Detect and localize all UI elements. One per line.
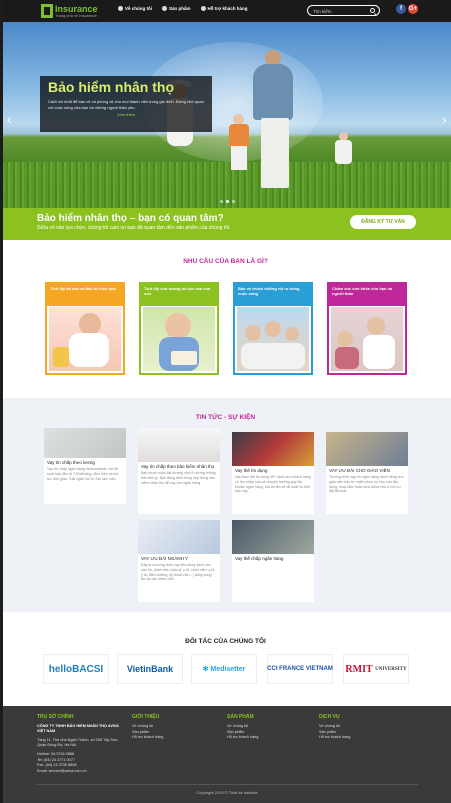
hero-title: Bảo hiểm nhân thọ	[48, 79, 174, 95]
footer-copyright: Copyright 2019 © Thiết kế website	[196, 790, 258, 795]
search-box	[307, 5, 380, 16]
news-card[interactable]: VAY ƯU ĐÃI CHO GIÁO VIÊN Trường trình va…	[326, 432, 408, 514]
news-image	[138, 428, 220, 462]
need-card-image	[331, 307, 403, 371]
hero-more-link[interactable]: Xem thêm	[48, 112, 204, 117]
nav-item-about[interactable]: Về chúng tôi	[118, 6, 152, 11]
logo-mark-icon	[41, 4, 53, 18]
footer-email: Email: service@aviva.com.vn	[37, 769, 87, 774]
logo[interactable]: Insurance Trang chủ về Insurance	[41, 3, 111, 19]
news-card[interactable]: Vay tín chấp theo bảo hiểm nhân thọ Bạn …	[138, 428, 220, 514]
footer-heading: Dịch vụ	[319, 714, 340, 720]
news-excerpt: Bạn muốn mua đất đương nhà ở nhưng không…	[141, 470, 216, 485]
news-section-title: TIN TỨC - SỰ KIỆN	[195, 414, 256, 421]
site-header: Insurance Trang chủ về Insurance Về chún…	[3, 0, 451, 22]
slider-dot[interactable]	[232, 200, 235, 203]
footer-col-services: Dịch vụ Về chúng tôi Sản phẩm Hỗ trợ khá…	[319, 714, 350, 741]
news-title[interactable]: Vay thế chấp ngân hàng	[232, 554, 314, 563]
footer-heading: Trụ sở chính	[37, 714, 74, 720]
support-icon	[200, 6, 206, 11]
footer-address: Tầng 11, Thủ nhà Ngân Thành, số 208 Tây …	[37, 737, 119, 748]
news-image	[44, 428, 126, 458]
google-plus-icon[interactable]: G+	[408, 4, 418, 14]
news-title[interactable]: Vay tín chấp theo bảo hiểm nhân thọ	[138, 462, 220, 471]
news-excerpt: Đây là chương trình vay tiêu dùng dành c…	[141, 562, 216, 582]
footer-divider	[37, 784, 418, 785]
site-footer: Trụ sở chính CÔNG TY TNHH BẢO HIỂM NHÂN …	[3, 706, 451, 803]
hero-photo-toddler	[335, 140, 352, 164]
slider-dots	[220, 200, 235, 203]
slider-prev-icon[interactable]: ‹	[7, 112, 12, 126]
cta-band: Bảo hiểm nhân thọ – bạn có quan tâm? Giữ…	[3, 208, 451, 240]
footer-col-products: Sản phẩm Về chúng tôi Sản phẩm Hỗ trợ kh…	[227, 714, 258, 741]
info-icon	[118, 6, 123, 11]
need-card-savings[interactable]: Tích lũy tài sản và đầu tư hiệu quả	[45, 282, 125, 375]
cta-subtitle: Giữa vô vàn lựa chọn, chúng tôi cam on b…	[37, 225, 231, 231]
partners-section-title: ĐỐI TÁC CỦA CHÚNG TÔI	[185, 638, 266, 645]
need-card-label: Tích lũy tài sản và đầu tư hiệu quả	[47, 284, 123, 306]
partner-logo-rmit[interactable]: RMIT UNIVERSITY	[343, 654, 409, 684]
hero-photo-child	[229, 124, 249, 148]
partner-logo-vietinbank[interactable]: VietinBank	[117, 654, 183, 684]
hero-slider: Bảo hiểm nhân thọ Cách tốt nhất để bảo v…	[3, 22, 451, 208]
need-card-label: Tích lũy cho tương lai học vấn của con	[141, 284, 217, 306]
search-input[interactable]	[313, 7, 369, 15]
cta-title: Bảo hiểm nhân thọ – bạn có quan tâm?	[37, 213, 224, 224]
news-title[interactable]: VAY ƯU ĐÃI NGÀNH Y	[138, 554, 220, 563]
footer-heading: Giới thiệu	[132, 714, 160, 720]
news-title[interactable]: Vay tín chấp theo lương	[44, 458, 126, 467]
news-excerpt: Trường trình vay tín ngân hàng dành riên…	[329, 474, 404, 494]
slider-dot[interactable]	[220, 200, 223, 203]
footer-link[interactable]: Hỗ trợ khách hàng	[132, 735, 163, 741]
news-card[interactable]: Vay thế chấp ngân hàng	[232, 520, 314, 602]
need-card-label: Bảo vệ trước những rủi ro trong cuộc sốn…	[235, 284, 311, 306]
need-card-image	[143, 307, 215, 371]
logo-tagline: Trang chủ về Insurance	[55, 12, 97, 18]
footer-link[interactable]: Hỗ trợ khách hàng	[319, 735, 350, 741]
footer-office: Trụ sở chính CÔNG TY TNHH BẢO HIỂM NHÂN …	[37, 714, 127, 775]
partner-logo-cci-france[interactable]: CCI FRANCE VIETNAM	[267, 654, 333, 684]
facebook-icon[interactable]: f	[396, 4, 406, 14]
news-card[interactable]: Vay thẻ tín dụng Vay theo thẻ tín dụng V…	[232, 432, 314, 514]
news-image	[232, 520, 314, 554]
news-title[interactable]: Vay thẻ tín dụng	[232, 466, 314, 475]
partner-logo-medisetter[interactable]: ✻ Medisetter	[191, 654, 257, 684]
news-card[interactable]: VAY ƯU ĐÃI NGÀNH Y Đây là chương trình v…	[138, 520, 220, 602]
box-icon	[162, 6, 167, 11]
slider-next-icon[interactable]: ›	[442, 112, 447, 126]
register-consult-button[interactable]: ĐĂNG KÝ TƯ VẤN	[350, 215, 416, 229]
hero-photo-father	[253, 64, 293, 120]
news-image	[138, 520, 220, 554]
slider-dot-active[interactable]	[226, 200, 229, 203]
news-excerpt: Vay theo thẻ tín dụng VIP dành cho khách…	[235, 474, 311, 494]
news-image	[326, 432, 408, 466]
news-excerpt: Vay tín chấp ngân hàng Vietcombank, với …	[47, 466, 119, 481]
landing-page: Insurance Trang chủ về Insurance Về chún…	[0, 0, 451, 803]
nav-item-products[interactable]: Sản phẩm	[162, 6, 191, 11]
need-card-health[interactable]: Chăm sóc sức khỏe cho bạn và người thân	[327, 282, 407, 375]
partner-logo-hellobacsi[interactable]: helloBACSI	[43, 654, 109, 684]
news-image	[232, 432, 314, 466]
hero-description: Cách tốt nhất để bảo vệ và phòng vệ cho …	[48, 99, 204, 110]
footer-company: CÔNG TY TNHH BẢO HIỂM NHÂN THỌ AVIVA VIỆ…	[37, 724, 119, 734]
news-title[interactable]: VAY ƯU ĐÃI CHO GIÁO VIÊN	[326, 466, 408, 475]
need-card-image	[237, 307, 309, 371]
hero-caption: Bảo hiểm nhân thọ Cách tốt nhất để bảo v…	[40, 76, 212, 132]
search-icon[interactable]	[370, 8, 375, 13]
nav-item-support[interactable]: Hỗ trợ khách hàng	[200, 6, 247, 11]
need-card-label: Chăm sóc sức khỏe cho bạn và người thân	[329, 284, 405, 306]
news-card[interactable]: Vay tín chấp theo lương Vay tín chấp ngâ…	[44, 428, 126, 504]
main-nav: Về chúng tôi Sản phẩm Hỗ trợ khách hàng	[118, 6, 247, 11]
footer-heading: Sản phẩm	[227, 714, 254, 720]
needs-section-title: NHU CẦU CỦA BẠN LÀ GÌ?	[183, 258, 268, 265]
need-card-image	[49, 307, 121, 371]
need-card-protection[interactable]: Bảo vệ trước những rủi ro trong cuộc sốn…	[233, 282, 313, 375]
footer-link[interactable]: Hỗ trợ khách hàng	[227, 735, 258, 741]
need-card-education[interactable]: Tích lũy cho tương lai học vấn của con	[139, 282, 219, 375]
footer-col-intro: Giới thiệu Về chúng tôi Sản phẩm Hỗ trợ …	[132, 714, 163, 741]
